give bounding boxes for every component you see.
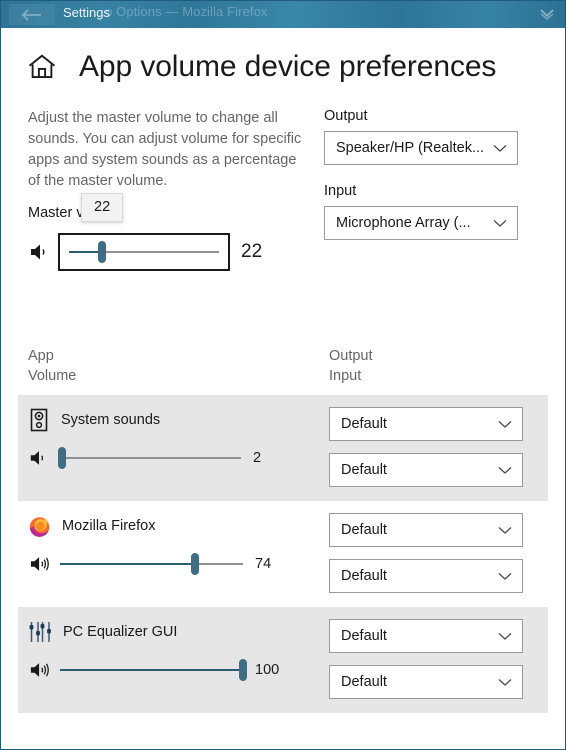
app-column-header: App Volume xyxy=(28,346,318,386)
output-header-label: Output xyxy=(329,348,373,364)
master-volume-row: 22 xyxy=(28,233,313,271)
app-output-dropdown[interactable]: Default xyxy=(329,407,523,441)
master-volume-label: Master volume xyxy=(28,205,124,221)
slider-fill xyxy=(60,563,196,565)
speaker-high-icon xyxy=(30,663,49,677)
app-input-value: Default xyxy=(341,568,387,584)
chevron-down-icon xyxy=(498,467,512,474)
speaker-low-icon xyxy=(30,451,44,465)
app-input-dropdown[interactable]: Default xyxy=(329,453,523,487)
app-row-left: PC Equalizer GUI 100 xyxy=(28,619,318,699)
master-volume-tooltip: 22 xyxy=(81,193,124,222)
chevron-down-icon xyxy=(498,421,512,428)
page-header: App volume device preferences xyxy=(1,28,565,84)
chevron-down-icon xyxy=(498,573,512,580)
app-name: PC Equalizer GUI xyxy=(63,624,178,640)
app-input-dropdown[interactable]: Default xyxy=(329,559,523,593)
app-name: System sounds xyxy=(61,412,161,428)
app-row-right: Default Default xyxy=(329,619,523,699)
back-button[interactable] xyxy=(9,4,55,25)
chevron-down-icon xyxy=(498,679,512,686)
app-input-value: Default xyxy=(341,462,387,478)
master-slider-focus-box xyxy=(58,233,230,271)
input-header-label: Input xyxy=(329,368,362,384)
description-column: Adjust the master volume to change all s… xyxy=(28,108,313,271)
device-column: Output Speaker/HP (Realtek... Input Micr… xyxy=(324,108,534,271)
input-label: Input xyxy=(324,183,357,199)
master-volume-value: 22 xyxy=(241,241,263,262)
master-volume-section: Adjust the master volume to change all s… xyxy=(1,84,565,271)
chevron-down-icon xyxy=(493,145,507,152)
back-arrow-icon xyxy=(21,8,41,21)
app-input-dropdown[interactable]: Default xyxy=(329,665,523,699)
speaker-high-icon xyxy=(30,557,49,571)
app-volume-value: 100 xyxy=(255,662,280,678)
volume-header-label: Volume xyxy=(28,368,77,384)
app-row: PC Equalizer GUI 100 Default Default xyxy=(18,607,548,713)
app-header-label: App xyxy=(28,348,54,364)
chevron-down-icon xyxy=(498,633,512,640)
app-volume-row: 74 xyxy=(28,553,318,575)
system-sounds-icon xyxy=(30,408,48,432)
column-headers: App Volume Output Input xyxy=(1,271,565,386)
app-identity: Mozilla Firefox xyxy=(28,513,318,539)
slider-thumb[interactable] xyxy=(57,447,66,469)
equalizer-icon xyxy=(29,622,51,642)
app-name: Mozilla Firefox xyxy=(62,518,156,534)
input-device-value: Microphone Array (... xyxy=(336,215,471,231)
slider-track xyxy=(58,457,241,459)
app-row: System sounds 2 Default Default xyxy=(18,395,548,501)
app-volume-value: 74 xyxy=(255,556,272,572)
chevron-down-icon xyxy=(498,527,512,534)
app-row-right: Default Default xyxy=(329,513,523,593)
input-device-dropdown[interactable]: Microphone Array (... xyxy=(324,206,518,240)
section-description: Adjust the master volume to change all s… xyxy=(28,110,302,189)
app-volume-slider[interactable] xyxy=(60,553,243,575)
chevron-down-icon[interactable] xyxy=(539,7,555,21)
output-device-dropdown[interactable]: Speaker/HP (Realtek... xyxy=(324,131,518,165)
app-row-left: Mozilla Firefox 74 xyxy=(28,513,318,593)
app-row: Mozilla Firefox 74 Default Default xyxy=(18,501,548,607)
app-output-dropdown[interactable]: Default xyxy=(329,513,523,547)
slider-thumb[interactable] xyxy=(239,659,247,681)
slider-thumb[interactable] xyxy=(98,241,106,263)
title-bar: ...o Options — Mozilla Firefox Settings xyxy=(1,1,565,28)
app-volume-slider[interactable] xyxy=(57,447,241,469)
app-identity: PC Equalizer GUI xyxy=(28,619,318,645)
output-device-value: Speaker/HP (Realtek... xyxy=(336,140,485,156)
app-output-value: Default xyxy=(341,522,387,538)
firefox-icon xyxy=(29,516,50,537)
speaker-low-icon xyxy=(31,244,45,260)
app-volume-row: 100 xyxy=(28,659,318,681)
app-row-left: System sounds 2 xyxy=(28,407,318,487)
app-list: System sounds 2 Default Default Mozilla … xyxy=(1,395,565,713)
page-title: App volume device preferences xyxy=(79,50,497,83)
slider-fill xyxy=(60,669,243,671)
settings-window: ...o Options — Mozilla Firefox Settings … xyxy=(0,0,566,750)
app-row-right: Default Default xyxy=(329,407,523,487)
app-output-value: Default xyxy=(341,416,387,432)
app-volume-row: 2 xyxy=(28,447,318,469)
app-input-value: Default xyxy=(341,674,387,690)
window-title: Settings xyxy=(63,5,110,20)
home-icon[interactable] xyxy=(27,52,57,82)
app-identity: System sounds xyxy=(28,407,318,433)
device-column-header: Output Input xyxy=(329,346,373,386)
output-label: Output xyxy=(324,108,368,124)
app-volume-value: 2 xyxy=(253,450,262,466)
background-window-title: ...o Options — Mozilla Firefox xyxy=(94,4,268,19)
master-volume-slider[interactable] xyxy=(69,241,219,263)
app-output-dropdown[interactable]: Default xyxy=(329,619,523,653)
app-volume-slider[interactable] xyxy=(60,659,247,681)
slider-thumb[interactable] xyxy=(191,553,200,575)
app-output-value: Default xyxy=(341,628,387,644)
chevron-down-icon xyxy=(493,220,507,227)
